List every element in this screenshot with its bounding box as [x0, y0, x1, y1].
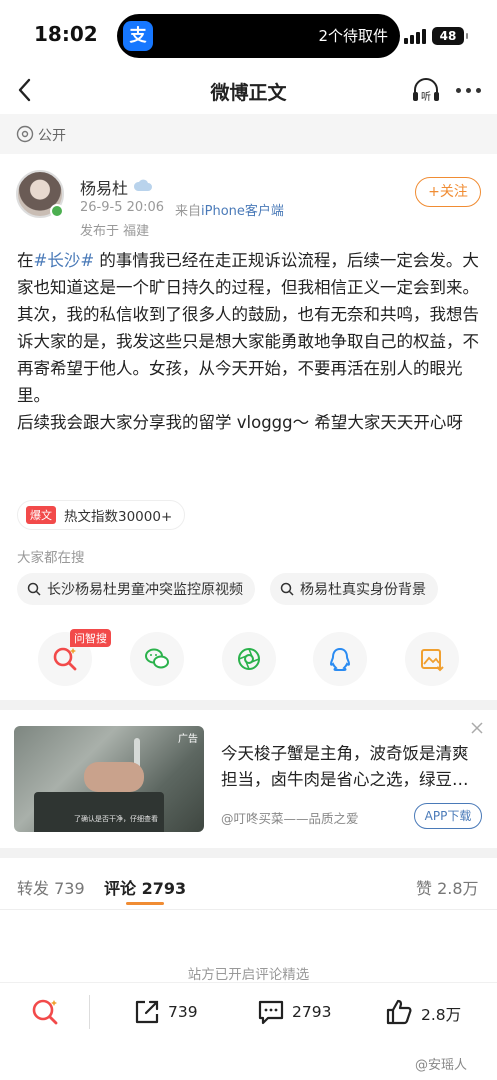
save-image-icon — [421, 649, 444, 672]
search-section-title: 大家都在搜 — [17, 550, 85, 566]
source-client[interactable]: iPhone客户端 — [201, 204, 284, 219]
ad-image[interactable]: 广告 了确认是否干净，仔细查看 — [14, 726, 204, 832]
ad-video-caption: 了确认是否干净，仔细查看 — [74, 815, 158, 823]
like-count[interactable]: 2.8万 — [421, 1003, 461, 1025]
qq-icon — [329, 647, 351, 671]
ask-search-icon[interactable] — [30, 997, 60, 1027]
listen-headphone-icon[interactable]: 听 — [410, 74, 442, 106]
listen-label: 听 — [421, 91, 431, 103]
comment-count[interactable]: 2793 — [292, 1003, 331, 1021]
signal-icon — [404, 28, 426, 44]
post-paragraph-1: 在#长沙# 的事情我已经在走正规诉讼流程，后续一定会发。大家也知道这是一个旷日持… — [17, 247, 479, 301]
active-tab-indicator — [126, 902, 164, 905]
search-suggestion-label: 长沙杨易杜男童冲突监控原视频 — [47, 582, 243, 598]
visibility-bar: 公开 — [0, 114, 497, 154]
status-time: 18:02 — [34, 22, 98, 46]
online-badge — [50, 204, 64, 218]
search-suggestion[interactable]: 杨易杜真实身份背景 — [270, 573, 438, 605]
app-download-button[interactable]: APP下载 — [414, 803, 482, 829]
author-name[interactable]: 杨易杜 — [80, 175, 128, 199]
hot-index-chip[interactable]: 爆文 热文指数30000+ — [17, 500, 186, 530]
status-bar: 18:02 支 2个待取件 48 — [0, 0, 497, 72]
save-image-button[interactable] — [405, 632, 459, 686]
source-prefix: 来自 — [175, 204, 202, 219]
post-body: 在#长沙# 的事情我已经在走正规诉讼流程，后续一定会发。大家也知道这是一个旷日持… — [17, 247, 479, 436]
comments-selected-note: 站方已开启评论精选 — [187, 967, 310, 983]
repost-count[interactable]: 739 — [168, 1003, 198, 1021]
repost-icon[interactable] — [132, 997, 162, 1027]
post-location: 发布于 福建 — [80, 224, 150, 239]
watermark: @安瑶人 — [415, 1058, 468, 1073]
dynamic-island[interactable]: 支 2个待取件 — [117, 14, 400, 58]
search-suggestion-label: 杨易杜真实身份背景 — [300, 582, 426, 598]
share-qq-button[interactable] — [313, 632, 367, 686]
hot-index-text: 热文指数30000+ — [64, 509, 173, 525]
follow-button[interactable]: +关注 — [415, 177, 481, 207]
post-text: 在 — [17, 251, 34, 270]
nav-bar: 微博正文 听 — [0, 70, 497, 110]
island-text: 2个待取件 — [318, 27, 388, 45]
ask-search-badge: 问智搜 — [70, 629, 111, 647]
tab-divider — [0, 909, 497, 910]
post-time: 26-9-5 20:06 — [80, 200, 165, 215]
ad-sponsor[interactable]: @叮咚买菜——品质之爱 — [221, 808, 359, 827]
alipay-icon: 支 — [123, 21, 153, 51]
ad-tag: 广告 — [178, 734, 198, 745]
battery-icon: 48 — [432, 27, 468, 45]
wechat-icon — [145, 648, 169, 669]
ask-search-icon — [53, 647, 77, 671]
tab-likes[interactable]: 赞 2.8万 — [416, 875, 479, 899]
comment-icon[interactable] — [256, 997, 286, 1027]
like-icon[interactable] — [384, 997, 414, 1027]
hand-shape — [84, 762, 144, 792]
globe-icon — [16, 125, 34, 143]
post-paragraph-2: 其次，我的私信收到了很多人的鼓励，也有无奈和共鸣，我想告诉大家的是，我发这些只是… — [17, 305, 479, 405]
hot-badge: 爆文 — [26, 506, 56, 524]
cloud-badge-icon — [133, 179, 152, 191]
section-divider — [0, 700, 497, 710]
tab-comments[interactable]: 评论 2793 — [104, 875, 186, 899]
search-suggestion[interactable]: 长沙杨易杜男童冲突监控原视频 — [17, 573, 255, 605]
share-moments-button[interactable] — [222, 632, 276, 686]
search-icon — [27, 582, 41, 596]
post-source: 来自iPhone客户端 — [175, 200, 284, 219]
close-icon[interactable] — [470, 721, 484, 735]
sink-shape — [34, 792, 164, 832]
moments-icon — [238, 648, 260, 670]
share-wechat-button[interactable] — [130, 632, 184, 686]
bottom-separator — [89, 995, 90, 1029]
search-icon — [280, 582, 294, 596]
more-icon[interactable] — [456, 88, 482, 94]
post-paragraph-3: 后续我会跟大家分享我的留学 vloggg～ 希望大家天天开心呀 — [17, 413, 463, 432]
ad-title[interactable]: 今天梭子蟹是主角，波奇饭是清爽担当，卤牛肉是省心之选，绿豆… — [221, 741, 483, 793]
tab-repost[interactable]: 转发 739 — [17, 875, 85, 899]
section-divider — [0, 848, 497, 858]
visibility-label: 公开 — [38, 128, 66, 144]
topic-tag[interactable]: #长沙# — [34, 251, 95, 270]
